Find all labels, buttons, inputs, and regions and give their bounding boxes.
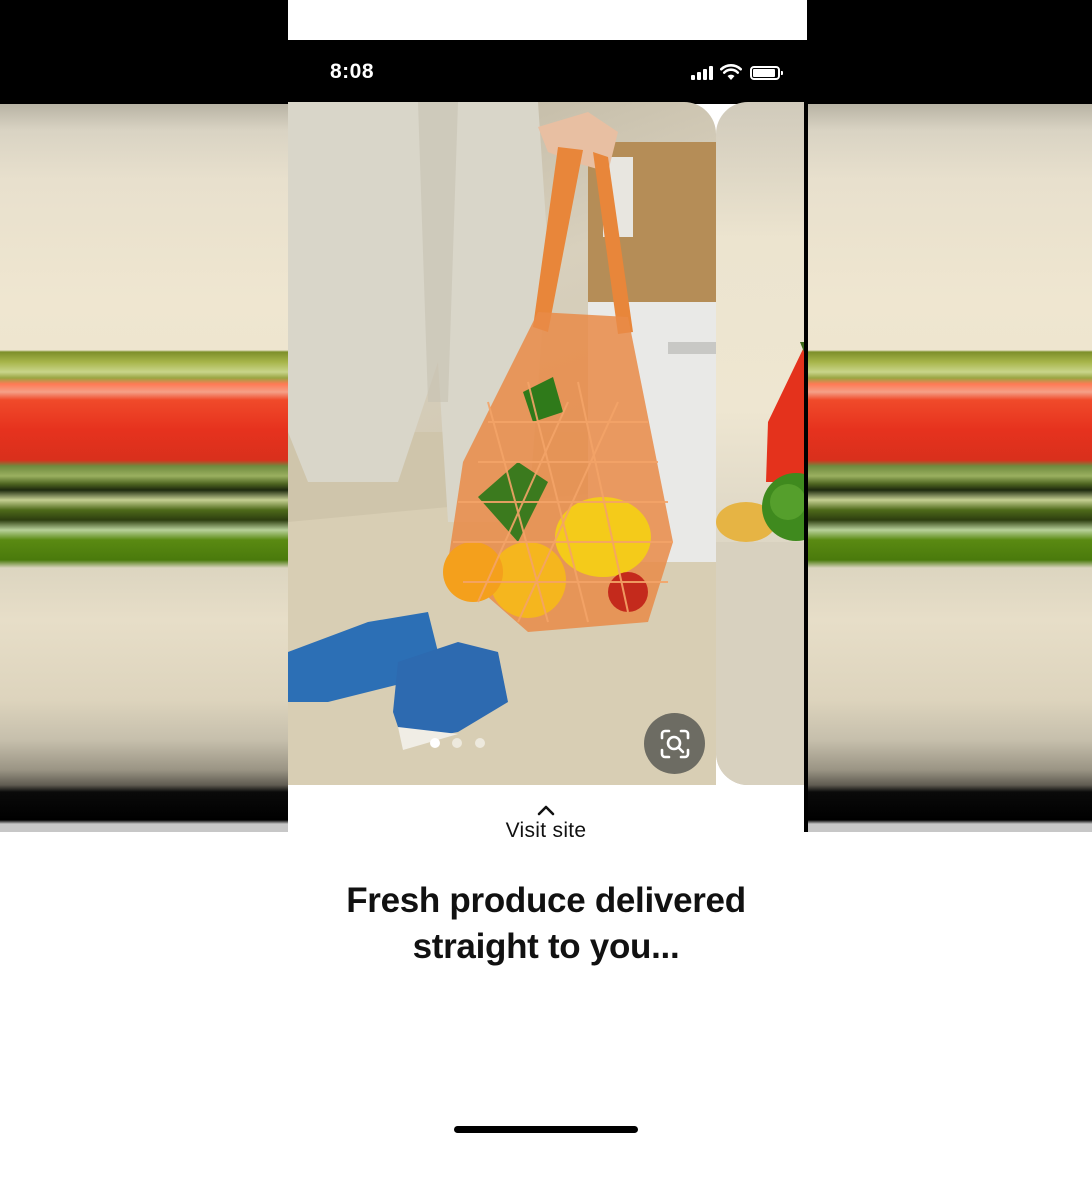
visit-site-button[interactable]: Visit site	[288, 803, 804, 843]
pin-bottom-sheet: Visit site	[288, 785, 804, 1200]
pin-photo	[288, 102, 716, 785]
pin-title-line-2: straight to you...	[412, 927, 680, 966]
pin-image[interactable]	[288, 102, 716, 785]
right-backdrop	[807, 0, 1092, 832]
phone-edge	[804, 102, 808, 832]
status-icons	[690, 63, 790, 83]
home-indicator[interactable]	[454, 1126, 638, 1133]
visit-site-label: Visit site	[505, 819, 587, 842]
battery-full-icon	[750, 66, 783, 80]
pin-title-line-1: Fresh produce delivered	[346, 881, 746, 920]
pin-title: Fresh produce delivered straight to you.…	[288, 878, 804, 970]
left-backdrop	[0, 0, 288, 832]
phone-notch	[403, 40, 690, 84]
next-pin-preview[interactable]	[716, 102, 808, 785]
carousel-dot-active[interactable]	[430, 738, 440, 748]
next-pin-photo	[716, 342, 808, 785]
status-time: 8:08	[330, 60, 375, 83]
visual-search-icon	[660, 729, 689, 758]
visual-search-button[interactable]	[644, 713, 705, 774]
wifi-icon	[720, 64, 742, 80]
chevron-up-icon	[537, 805, 555, 816]
carousel-indicator	[430, 738, 490, 750]
carousel-dot[interactable]	[475, 738, 485, 748]
carousel-dot[interactable]	[452, 738, 462, 748]
signal-bars-icon	[691, 66, 715, 80]
